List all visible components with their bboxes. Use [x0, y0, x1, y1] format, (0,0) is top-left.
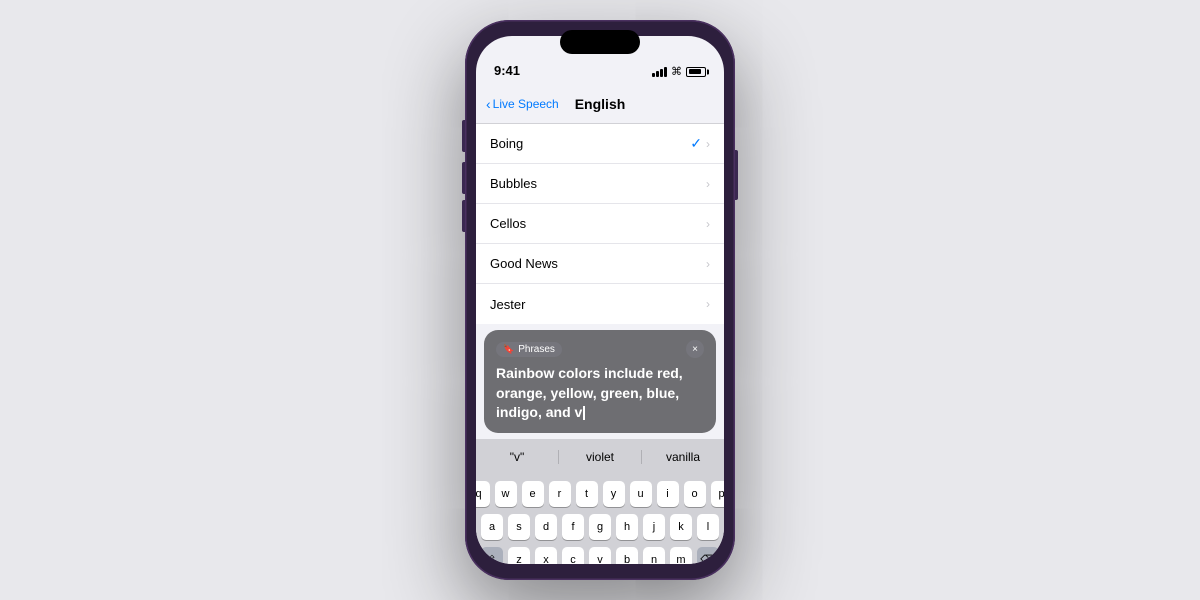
key-o[interactable]: o — [684, 481, 706, 507]
key-s[interactable]: s — [508, 514, 530, 540]
key-l[interactable]: l — [697, 514, 719, 540]
keyboard-row-3: ⇧ z x c v b n m ⌫ — [480, 547, 720, 564]
checkmark-icon: ✓ — [690, 135, 702, 152]
close-icon: × — [692, 344, 698, 355]
list-item[interactable]: Good News › — [476, 244, 724, 284]
key-u[interactable]: u — [630, 481, 652, 507]
chevron-right-icon: › — [706, 137, 710, 151]
item-content: Cellos — [490, 216, 706, 231]
autocomplete-item[interactable]: "v" — [476, 450, 559, 464]
item-right: ✓ › — [690, 135, 710, 152]
phrases-content: Rainbow colors include red, orange, yell… — [496, 365, 683, 420]
phrases-badge: 🔖 Phrases — [496, 342, 562, 357]
bookmark-icon: 🔖 — [503, 344, 514, 355]
key-p[interactable]: p — [711, 481, 725, 507]
key-z[interactable]: z — [508, 547, 530, 564]
phrases-overlay: 🔖 Phrases × Rainbow colors include red, … — [484, 330, 716, 433]
phrases-close-button[interactable]: × — [686, 340, 704, 358]
status-icons: ⌘ — [652, 65, 706, 78]
autocomplete-item[interactable]: violet — [559, 450, 642, 464]
list-item[interactable]: Jester › — [476, 284, 724, 324]
item-label: Jester — [490, 297, 525, 312]
item-content: Bubbles — [490, 176, 706, 191]
list-item[interactable]: Boing ✓ › — [476, 124, 724, 164]
autocomplete-bar: "v" violet vanilla — [476, 439, 724, 475]
item-right: › — [706, 217, 710, 231]
key-x[interactable]: x — [535, 547, 557, 564]
key-delete[interactable]: ⌫ — [697, 547, 719, 564]
chevron-right-icon: › — [706, 217, 710, 231]
key-k[interactable]: k — [670, 514, 692, 540]
signal-icon — [652, 67, 667, 77]
item-content: Boing — [490, 136, 690, 151]
key-shift[interactable]: ⇧ — [481, 547, 503, 564]
back-label: Live Speech — [493, 97, 559, 111]
key-h[interactable]: h — [616, 514, 638, 540]
item-right: › — [706, 177, 710, 191]
key-v[interactable]: v — [589, 547, 611, 564]
phrases-text[interactable]: Rainbow colors include red, orange, yell… — [496, 364, 704, 423]
key-d[interactable]: d — [535, 514, 557, 540]
phrases-header: 🔖 Phrases × — [496, 340, 704, 358]
item-label: Good News — [490, 256, 558, 271]
phone-device: 9:41 ⌘ ‹ Live Speech English — [465, 20, 735, 580]
item-content: Good News — [490, 256, 706, 271]
key-b[interactable]: b — [616, 547, 638, 564]
keyboard-row-2: a s d f g h j k l — [480, 514, 720, 540]
key-r[interactable]: r — [549, 481, 571, 507]
key-t[interactable]: t — [576, 481, 598, 507]
chevron-right-icon: › — [706, 297, 710, 311]
chevron-left-icon: ‹ — [486, 96, 491, 112]
page-title: English — [575, 96, 626, 112]
key-g[interactable]: g — [589, 514, 611, 540]
dynamic-island — [560, 30, 640, 54]
item-label: Boing — [490, 136, 523, 151]
key-i[interactable]: i — [657, 481, 679, 507]
battery-icon — [686, 67, 706, 77]
chevron-right-icon: › — [706, 177, 710, 191]
back-button[interactable]: ‹ Live Speech — [486, 96, 559, 112]
key-w[interactable]: w — [495, 481, 517, 507]
item-right: › — [706, 257, 710, 271]
phone-screen: 9:41 ⌘ ‹ Live Speech English — [476, 36, 724, 564]
key-m[interactable]: m — [670, 547, 692, 564]
list-item[interactable]: Cellos › — [476, 204, 724, 244]
item-right: › — [706, 297, 710, 311]
settings-list: Boing ✓ › Bubbles › Cellos — [476, 124, 724, 324]
autocomplete-item[interactable]: vanilla — [642, 450, 724, 464]
wifi-icon: ⌘ — [671, 65, 682, 78]
item-content: Jester — [490, 297, 706, 312]
status-time: 9:41 — [494, 63, 520, 78]
item-label: Cellos — [490, 216, 526, 231]
key-e[interactable]: e — [522, 481, 544, 507]
item-label: Bubbles — [490, 176, 537, 191]
key-f[interactable]: f — [562, 514, 584, 540]
text-cursor — [583, 406, 585, 420]
key-q[interactable]: q — [476, 481, 490, 507]
chevron-right-icon: › — [706, 257, 710, 271]
navigation-bar: ‹ Live Speech English — [476, 84, 724, 124]
key-j[interactable]: j — [643, 514, 665, 540]
key-n[interactable]: n — [643, 547, 665, 564]
list-item[interactable]: Bubbles › — [476, 164, 724, 204]
phrases-label: Phrases — [518, 344, 555, 355]
key-c[interactable]: c — [562, 547, 584, 564]
key-a[interactable]: a — [481, 514, 503, 540]
keyboard-row-1: q w e r t y u i o p — [480, 481, 720, 507]
key-y[interactable]: y — [603, 481, 625, 507]
keyboard: q w e r t y u i o p a s d f g h j k l — [476, 475, 724, 564]
